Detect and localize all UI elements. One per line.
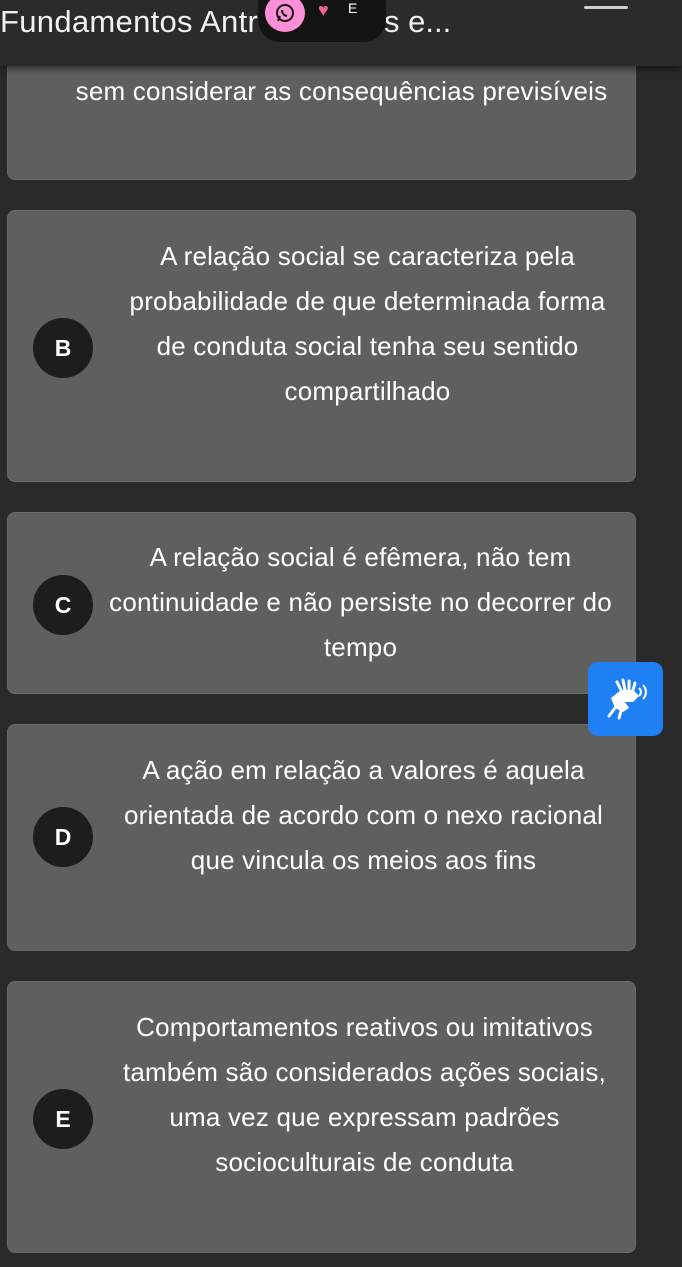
header-title: Fundamentos Antro: [0, 4, 276, 39]
heart-icon: ♥: [318, 0, 329, 20]
menu-icon[interactable]: [584, 6, 628, 9]
accessibility-button[interactable]: [588, 662, 663, 736]
quiz-page: Fundamentos Antro s e... ♥ E sem conside…: [0, 0, 682, 1267]
option-b-letter: B: [33, 318, 93, 378]
option-c-text: A relação social é efêmera, não tem cont…: [109, 542, 612, 662]
status-letter: E: [348, 0, 358, 16]
option-b-card[interactable]: B A relação social se caracteriza pela p…: [7, 210, 636, 482]
option-e-letter: E: [33, 1089, 93, 1149]
option-b-text: A relação social se caracteriza pela pro…: [129, 241, 606, 406]
option-c-letter: C: [33, 575, 93, 635]
option-a-text: sem considerar as consequências previsív…: [75, 76, 608, 106]
header-title-tail: s e...: [384, 4, 452, 39]
option-e-text: Comportamentos reativos ou imitativos ta…: [122, 1012, 607, 1177]
option-d-letter: D: [33, 807, 93, 867]
app-header: Fundamentos Antro s e... ♥ E: [0, 0, 682, 66]
option-d-card[interactable]: D A ação em relação a valores é aquela o…: [7, 724, 636, 951]
option-e-card[interactable]: E Comportamentos reativos ou imitativos …: [7, 981, 636, 1253]
option-c-card[interactable]: C A relação social é efêmera, não tem co…: [7, 512, 636, 694]
sign-language-icon: [607, 678, 647, 720]
option-d-text: A ação em relação a valores é aquela ori…: [124, 755, 603, 875]
